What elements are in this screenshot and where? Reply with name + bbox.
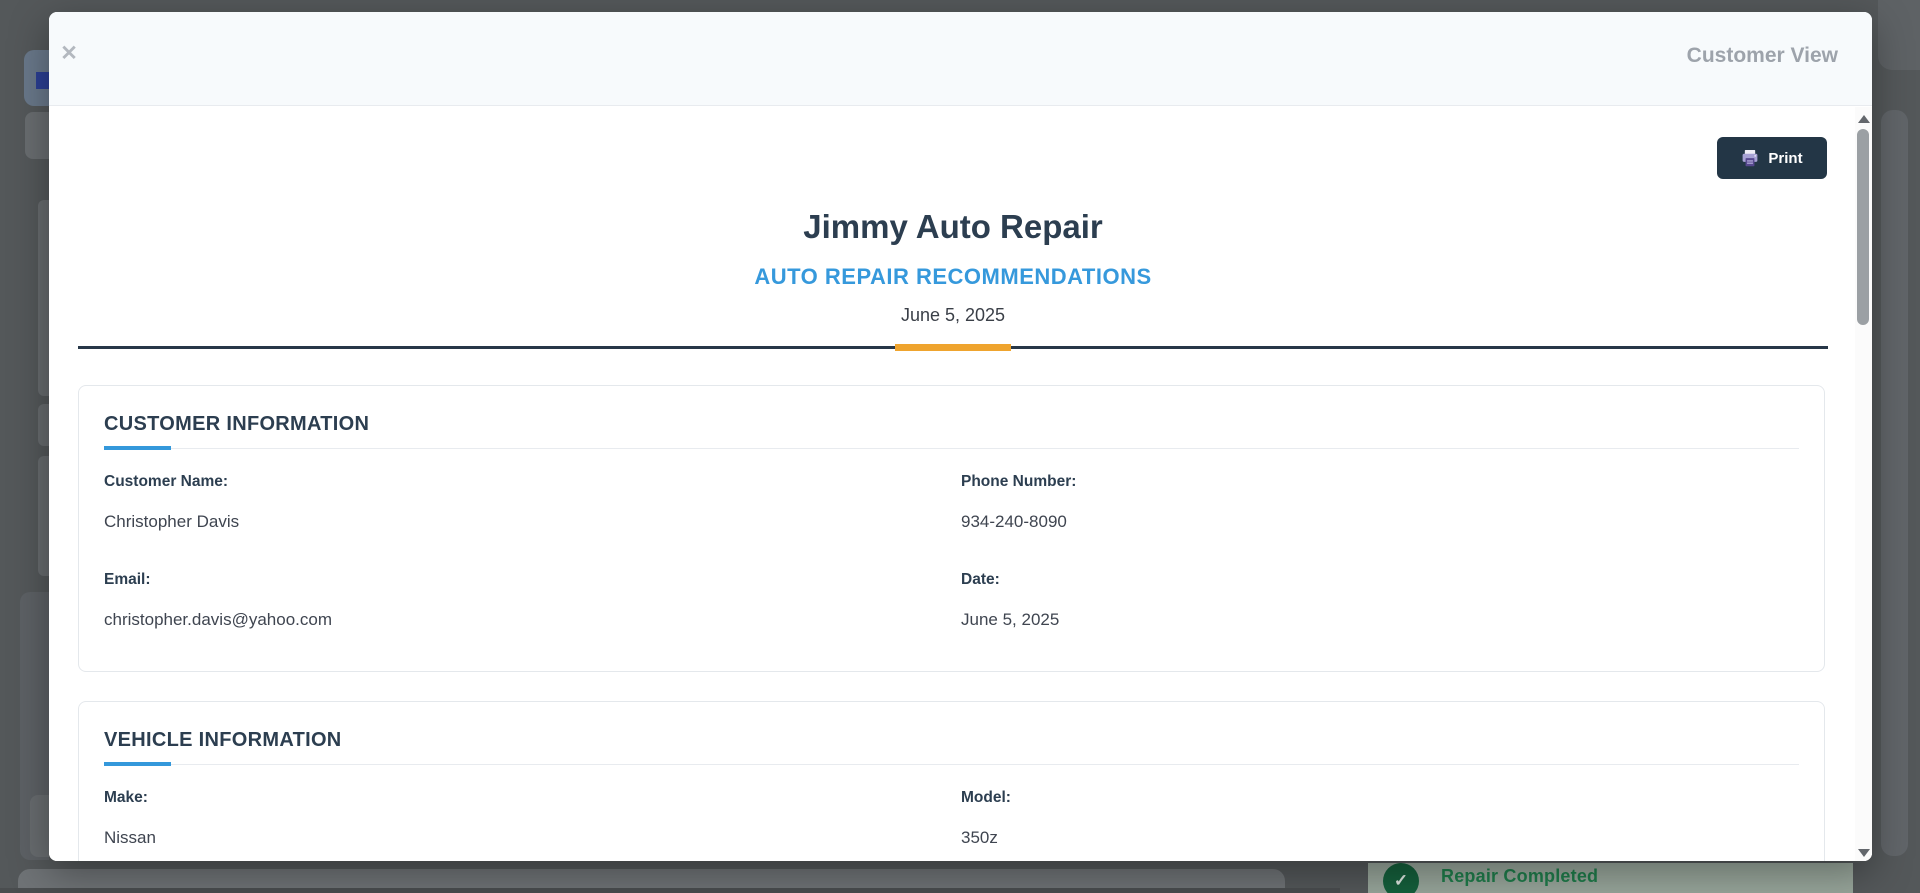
scrollbar[interactable] [1855, 107, 1872, 861]
close-button[interactable]: ✕ [53, 38, 85, 70]
customer-section-title: CUSTOMER INFORMATION [104, 413, 370, 435]
section-divider [104, 762, 1799, 766]
business-name: Jimmy Auto Repair [803, 208, 1103, 245]
field-value: June 5, 2025 [961, 610, 1060, 629]
field-phone-number: Phone Number: 934-240-8090 [961, 472, 1076, 532]
dimmed-page-edge [0, 888, 1340, 893]
field-value: Christopher Davis [104, 512, 240, 531]
header-divider [78, 344, 1828, 351]
field-model: Model: 350z [961, 788, 1011, 848]
vehicle-information-card: VEHICLE INFORMATION Make: Nissan Model: … [78, 701, 1825, 861]
field-value: Nissan [104, 828, 156, 847]
header-divider-accent [895, 344, 1011, 351]
dimmed-active-tab [36, 72, 49, 89]
field-value: christopher.davis@yahoo.com [104, 610, 332, 629]
report-date: June 5, 2025 [900, 305, 1006, 325]
dimmed-card-fragment [38, 456, 49, 576]
dimmed-card-fragment [1881, 110, 1908, 856]
dimmed-card-fragment [38, 200, 49, 396]
scroll-up-arrow-icon[interactable] [1858, 115, 1870, 123]
field-customer-name: Customer Name: Christopher Davis [104, 472, 239, 532]
field-label: Email: [104, 571, 151, 588]
dimmed-card-fragment [38, 404, 49, 446]
modal-header: ✕ Customer View [49, 12, 1872, 106]
field-label: Customer Name: [104, 473, 229, 490]
field-label: Model: [961, 789, 1011, 806]
modal-title: Customer View [1686, 44, 1838, 67]
repair-status-panel: ✓ Repair Completed [1368, 863, 1853, 893]
screen: ✓ Repair Completed ✕ Customer View Print [0, 0, 1920, 893]
field-make: Make: Nissan [104, 788, 156, 848]
print-button-label: Print [1768, 149, 1803, 167]
section-divider [104, 446, 1799, 450]
field-value: 350z [961, 828, 998, 847]
field-value: 934-240-8090 [961, 512, 1067, 531]
dimmed-card-fragment [30, 795, 49, 857]
dimmed-card-fragment [25, 112, 49, 159]
scroll-down-arrow-icon[interactable] [1858, 849, 1870, 857]
customer-information-card: CUSTOMER INFORMATION Customer Name: Chri… [78, 385, 1825, 672]
report-subtitle: AUTO REPAIR RECOMMENDATIONS [754, 264, 1152, 289]
customer-view-modal: ✕ Customer View Print Jimmy Auto Repair … [49, 12, 1872, 861]
check-icon: ✓ [1383, 863, 1419, 893]
field-label: Phone Number: [961, 473, 1077, 490]
field-date: Date: June 5, 2025 [961, 570, 1059, 630]
section-divider-accent [104, 762, 171, 766]
field-email: Email: christopher.davis@yahoo.com [104, 570, 332, 630]
scrollbar-thumb[interactable] [1857, 129, 1869, 325]
printer-icon [1741, 149, 1759, 167]
vehicle-section-title: VEHICLE INFORMATION [104, 729, 342, 751]
section-divider-accent [104, 446, 171, 450]
field-label: Date: [961, 571, 1000, 588]
print-button[interactable]: Print [1717, 137, 1827, 179]
dimmed-card-fragment [1878, 0, 1920, 70]
field-label: Make: [104, 789, 148, 806]
status-badge: Repair Completed [1441, 866, 1599, 886]
